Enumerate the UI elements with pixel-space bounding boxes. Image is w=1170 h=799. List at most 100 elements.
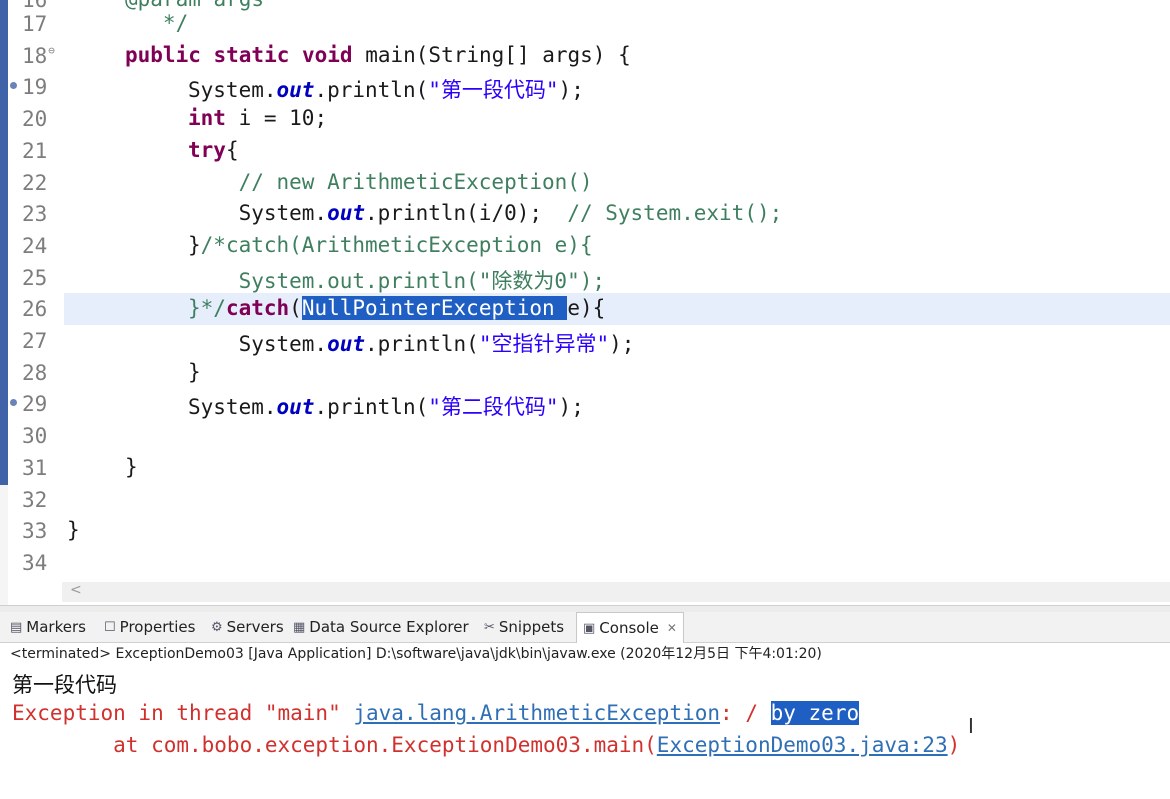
code-token: } — [188, 359, 201, 384]
tab-label: Properties — [119, 618, 196, 636]
code-line-34[interactable]: 34 — [0, 547, 1170, 579]
code-text: }/*catch(ArithmeticException e){ — [188, 233, 593, 257]
code-token: "空指针异常" — [478, 332, 610, 356]
stack-suffix: ) — [947, 733, 961, 757]
code-token: ( — [289, 296, 302, 321]
fold-toggle-icon[interactable]: ⊖ — [48, 44, 55, 57]
code-token: public static void — [125, 42, 353, 67]
code-token: // new ArithmeticException() — [188, 169, 593, 194]
code-line-22[interactable]: 22 // new ArithmeticException() — [0, 167, 1170, 199]
line-number: 21 — [22, 138, 48, 163]
line-number: 33 — [22, 519, 48, 544]
bottom-panel-tabs: ▤ Markers ☐ Properties ⚙ Servers ▦ Data Source … — [0, 612, 1170, 643]
tab-console[interactable]: ▣ Console ✕ — [576, 612, 684, 643]
code-token: e){ — [567, 296, 606, 321]
code-line-29[interactable]: 29 System.out.println("第二段代码"); — [0, 388, 1170, 420]
line-number: 32 — [22, 487, 48, 512]
code-line-33[interactable]: 33} — [0, 515, 1170, 547]
code-token: out — [276, 395, 315, 420]
override-marker-icon[interactable] — [10, 82, 17, 90]
code-line-31[interactable]: 31} — [0, 452, 1170, 484]
tab-servers[interactable]: ⚙ Servers — [211, 612, 284, 642]
code-token: ); — [609, 332, 635, 356]
code-line-32[interactable]: 32 — [0, 484, 1170, 516]
stack-source-link[interactable]: ExceptionDemo03.java:23 — [657, 733, 948, 757]
text-cursor-icon: I — [968, 714, 974, 738]
code-line-21[interactable]: 21 try{ — [0, 135, 1170, 167]
code-token: System. — [188, 201, 328, 226]
code-token: ); — [558, 395, 584, 420]
close-icon[interactable]: ✕ — [667, 621, 677, 635]
console-error-line: Exception in thread "main" java.lang.Ari… — [12, 701, 860, 725]
line-number: 30 — [22, 424, 48, 449]
error-colon: : / — [720, 701, 771, 725]
code-editor[interactable]: 16 @param args 17 */18⊖public static voi… — [0, 0, 1170, 605]
line-number: 19 — [22, 75, 48, 100]
code-token: "第二段代码" — [428, 395, 559, 420]
code-line-19[interactable]: 19 System.out.println("第一段代码"); — [0, 71, 1170, 103]
code-token: .println( — [314, 395, 429, 420]
scroll-left-icon[interactable]: < — [70, 582, 82, 598]
stack-prefix: at com.bobo.exception.ExceptionDemo03.ma… — [12, 733, 657, 757]
code-line-26[interactable]: 26}*/catch(NullPointerException e){ — [22, 293, 1170, 326]
tab-label: Console — [599, 619, 659, 637]
code-text: // new ArithmeticException() — [188, 170, 593, 194]
line-number: 31 — [22, 455, 48, 480]
code-token: } — [188, 232, 201, 257]
markers-icon: ▤ — [10, 619, 23, 635]
code-token: System. — [188, 395, 277, 420]
code-token: out — [327, 332, 366, 356]
code-line-24[interactable]: 24}/*catch(ArithmeticException e){ — [0, 230, 1170, 262]
code-token: "第一段代码" — [428, 78, 559, 103]
console-view[interactable]: <terminated> ExceptionDemo03 [Java Appli… — [0, 643, 1170, 799]
code-text: public static void main(String[] args) { — [125, 43, 631, 67]
code-text: int i = 10; — [188, 106, 327, 130]
code-token: System. — [188, 78, 277, 103]
override-marker-icon[interactable] — [10, 399, 17, 407]
code-line-18[interactable]: 18⊖ public static void main(String[] args… — [0, 40, 1170, 72]
error-message-selected[interactable]: by zero — [770, 701, 860, 725]
data-source-explorer-icon: ▦ — [293, 619, 306, 635]
code-line-27[interactable]: 27 System.out.println("空指针异常"); — [0, 325, 1170, 357]
code-line-17[interactable]: 17 */ — [0, 8, 1170, 40]
code-line-23[interactable]: 23 System.out.println(i/0); // System.ex… — [0, 198, 1170, 230]
code-token: }*/ — [188, 296, 226, 321]
code-text: } — [125, 455, 138, 479]
code-text: System.out.println(i/0); // System.exit(… — [188, 201, 783, 226]
code-line-20[interactable]: 20 int i = 10; — [0, 103, 1170, 135]
code-token: */ — [125, 11, 189, 35]
tab-markers[interactable]: ▤ Markers — [10, 612, 86, 642]
code-token: // System.exit(); — [567, 201, 783, 226]
line-number: 34 — [22, 550, 48, 575]
tab-label: Markers — [26, 618, 86, 636]
code-line-25[interactable]: 25 System.out.println("除数为0"); — [0, 262, 1170, 294]
line-number: 18⊖ — [22, 43, 55, 68]
servers-icon: ⚙ — [211, 619, 223, 635]
console-status: <terminated> ExceptionDemo03 [Java Appli… — [10, 646, 822, 662]
code-token: } — [125, 454, 138, 479]
code-token: .println( — [365, 332, 479, 356]
snippets-icon: ✂ — [484, 619, 495, 635]
tab-properties[interactable]: ☐ Properties — [104, 612, 195, 642]
code-line-28[interactable]: 28} — [0, 357, 1170, 389]
exception-class-link[interactable]: java.lang.ArithmeticException — [353, 701, 720, 725]
tab-data-source-explorer[interactable]: ▦ Data Source Explorer — [293, 612, 469, 642]
console-output-line: 第一段代码 — [12, 673, 117, 697]
code-token: main(String[] args) { — [352, 42, 631, 67]
horizontal-scrollbar[interactable]: < — [62, 582, 1170, 602]
tab-snippets[interactable]: ✂ Snippets — [484, 612, 564, 642]
code-line-30[interactable]: 30 — [0, 420, 1170, 452]
code-token: System. — [188, 332, 328, 356]
code-token: ); — [558, 78, 584, 103]
code-text: System.out.println("除数为0"); — [188, 265, 605, 295]
code-text: System.out.println("第二段代码"); — [188, 391, 584, 421]
line-number: 25 — [22, 265, 48, 290]
code-text: System.out.println("空指针异常"); — [188, 328, 635, 358]
line-number: 26 — [22, 297, 48, 322]
error-prefix: Exception in thread "main" — [12, 701, 354, 725]
code-token: i = 10; — [225, 106, 328, 131]
code-token: System.out.println("除数为0"); — [188, 268, 606, 293]
line-number: 27 — [22, 329, 48, 353]
console-icon: ▣ — [583, 620, 596, 636]
line-number: 17 — [22, 12, 48, 36]
